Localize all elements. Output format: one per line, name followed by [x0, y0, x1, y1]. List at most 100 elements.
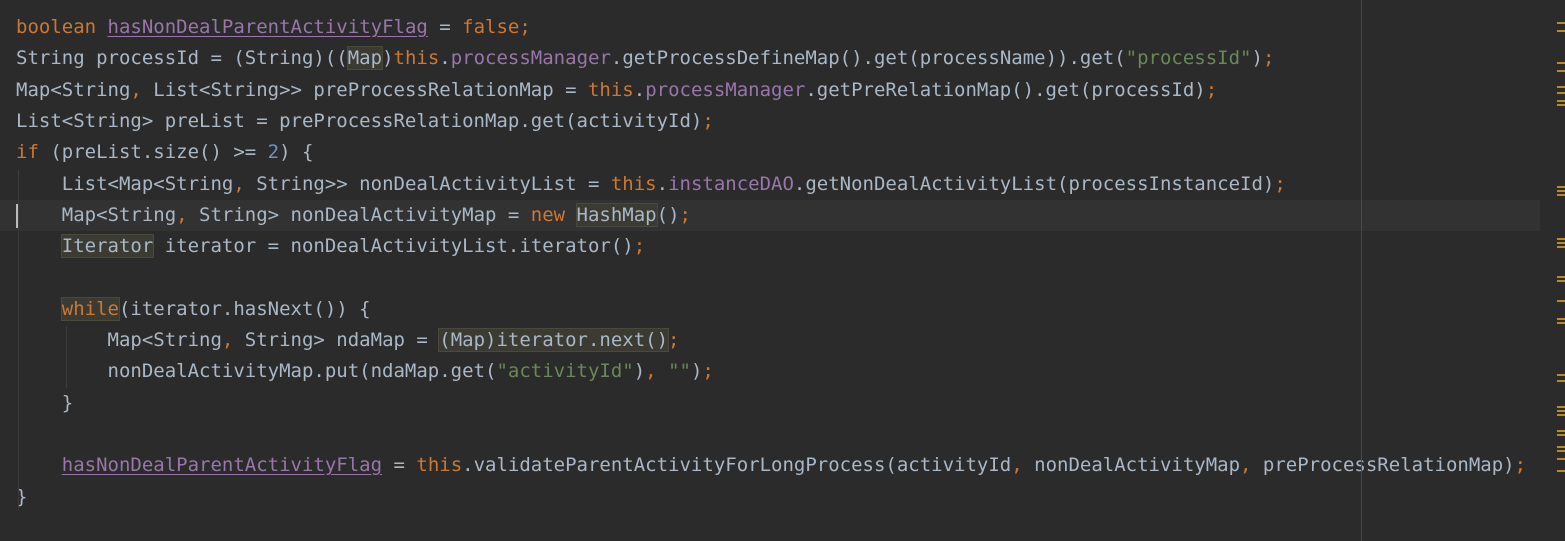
- code-token: ;: [1274, 172, 1286, 195]
- code-token: iterator = nonDealActivityList.iterator(…: [153, 235, 634, 258]
- scrollbar-marker: [1557, 280, 1565, 282]
- code-line[interactable]: }: [0, 388, 1540, 419]
- code-line[interactable]: if (preList.size() >= 2) {: [0, 137, 1540, 168]
- right-margin-guide: [1361, 0, 1362, 541]
- code-line[interactable]: List<String> preList = preProcessRelatio…: [0, 106, 1540, 137]
- code-token: List<String> preList = preProcessRelatio…: [16, 109, 703, 132]
- code-token: if: [16, 141, 39, 164]
- scrollbar-marker: [1557, 380, 1565, 382]
- code-token: ,: [1240, 454, 1263, 477]
- code-token: .validateParentActivityForLongProcess(ac…: [462, 454, 1012, 477]
- code-line[interactable]: while(iterator.hasNext()) {: [0, 294, 1540, 325]
- code-token: String processId = (String)((: [16, 47, 348, 70]
- code-token: instanceDAO: [668, 172, 794, 195]
- scrollbar-marker: [1557, 194, 1565, 196]
- code-token: (Map)iterator.next(): [438, 328, 670, 352]
- code-line[interactable]: List<Map<String, String>> nonDealActivit…: [0, 169, 1540, 200]
- code-token: ,: [1011, 454, 1035, 477]
- code-token: this: [393, 47, 440, 70]
- scrollbar-marker: [1557, 446, 1565, 448]
- code-line[interactable]: [0, 262, 1540, 293]
- scrollbar-marker: [1557, 276, 1565, 278]
- code-token: processManager: [645, 78, 806, 101]
- code-token: "processId": [1125, 47, 1252, 70]
- scrollbar-marker: [1557, 470, 1565, 472]
- code-text: List<String> preList = preProcessRelatio…: [16, 106, 714, 137]
- scrollbar-marker: [1557, 410, 1565, 412]
- code-line[interactable]: nonDealActivityMap.put(ndaMap.get("activ…: [0, 356, 1540, 387]
- scrollbar-marker: [1557, 458, 1565, 460]
- code-text: Map<String, String> ndaMap = (Map)iterat…: [16, 325, 680, 356]
- code-token: ,: [221, 329, 245, 351]
- code-token: Iterator: [60, 234, 155, 259]
- code-token: "": [668, 360, 691, 383]
- code-token: this: [587, 78, 634, 101]
- code-token: ): [633, 360, 646, 383]
- code-token: ,: [130, 78, 154, 101]
- scrollbar-marker: [1557, 322, 1565, 324]
- code-token: "activityId": [496, 360, 634, 383]
- editor-scrollbar[interactable]: [1548, 0, 1565, 541]
- scrollbar-marker: [1557, 300, 1565, 302]
- code-line[interactable]: }: [0, 482, 1540, 513]
- code-token: .getPreRelationMap().get(processId): [805, 78, 1206, 101]
- indent-guide: [18, 170, 19, 510]
- code-token: false: [462, 16, 520, 38]
- code-token: hasNonDealParentActivityFlag: [107, 16, 428, 38]
- code-token: ,: [233, 172, 257, 195]
- code-token: List<String>> preProcessRelationMap =: [153, 78, 588, 101]
- code-token: .: [633, 78, 646, 101]
- code-line[interactable]: Iterator iterator = nonDealActivityList.…: [0, 231, 1540, 262]
- code-text: Iterator iterator = nonDealActivityList.…: [16, 231, 645, 262]
- code-text: Map<String, String> nonDealActivityMap =…: [16, 200, 691, 231]
- code-token: ): [382, 47, 394, 70]
- code-line[interactable]: [0, 419, 1540, 450]
- code-line[interactable]: hasNonDealParentActivityFlag = this.vali…: [0, 450, 1540, 481]
- code-token: boolean: [16, 16, 97, 38]
- code-token: 2: [267, 141, 280, 164]
- code-line[interactable]: Map<String, String> ndaMap = (Map)iterat…: [0, 325, 1540, 356]
- code-token: Map<String: [16, 203, 177, 226]
- code-token: while: [60, 296, 120, 321]
- scrollbar-marker: [1557, 70, 1565, 72]
- code-token: preProcessRelationMap): [1262, 454, 1515, 477]
- code-token: List<Map<String: [16, 172, 234, 195]
- code-token: Map<String: [16, 329, 222, 351]
- code-token: ): [1251, 47, 1263, 70]
- code-text: nonDealActivityMap.put(ndaMap.get("activ…: [16, 356, 714, 387]
- code-token: Map: [346, 46, 384, 71]
- code-token: ,: [176, 203, 200, 226]
- code-text: boolean hasNonDealParentActivityFlag = f…: [16, 12, 531, 43]
- code-line[interactable]: String processId = (String)((Map)this.pr…: [0, 43, 1540, 74]
- code-token: .getProcessDefineMap().get(processName))…: [610, 47, 1126, 70]
- code-token: this: [416, 454, 463, 477]
- code-line[interactable]: boolean hasNonDealParentActivityFlag = f…: [0, 12, 1540, 43]
- code-token: ): [690, 360, 703, 383]
- scrollbar-marker: [1557, 62, 1565, 64]
- code-token: String>> nonDealActivityList =: [256, 172, 611, 195]
- code-token: (preList.size() >=: [38, 141, 268, 164]
- scrollbar-marker: [1557, 374, 1565, 376]
- scrollbar-marker: [1557, 104, 1565, 106]
- code-token: nonDealActivityMap: [1034, 454, 1241, 477]
- scrollbar-marker: [1557, 318, 1565, 320]
- scrollbar-marker: [1557, 414, 1565, 416]
- scrollbar-marker: [1557, 30, 1565, 32]
- code-line[interactable]: Map<String, List<String>> preProcessRela…: [0, 75, 1540, 106]
- code-token: .: [656, 172, 669, 195]
- code-token: processManager: [450, 47, 611, 70]
- code-editor[interactable]: boolean hasNonDealParentActivityFlag = f…: [0, 0, 1565, 541]
- code-token: ;: [702, 360, 714, 383]
- code-token: ;: [1514, 454, 1527, 477]
- code-line[interactable]: Map<String, String> nonDealActivityMap =…: [0, 199, 1540, 231]
- code-token: ,: [645, 360, 669, 383]
- code-text: if (preList.size() >= 2) {: [16, 137, 313, 168]
- code-text: hasNonDealParentActivityFlag = this.vali…: [16, 450, 1526, 481]
- code-text: while(iterator.hasNext()) {: [16, 294, 371, 325]
- code-token: =: [382, 454, 417, 477]
- code-token: String> ndaMap =: [244, 329, 440, 351]
- scrollbar-marker: [1557, 86, 1565, 88]
